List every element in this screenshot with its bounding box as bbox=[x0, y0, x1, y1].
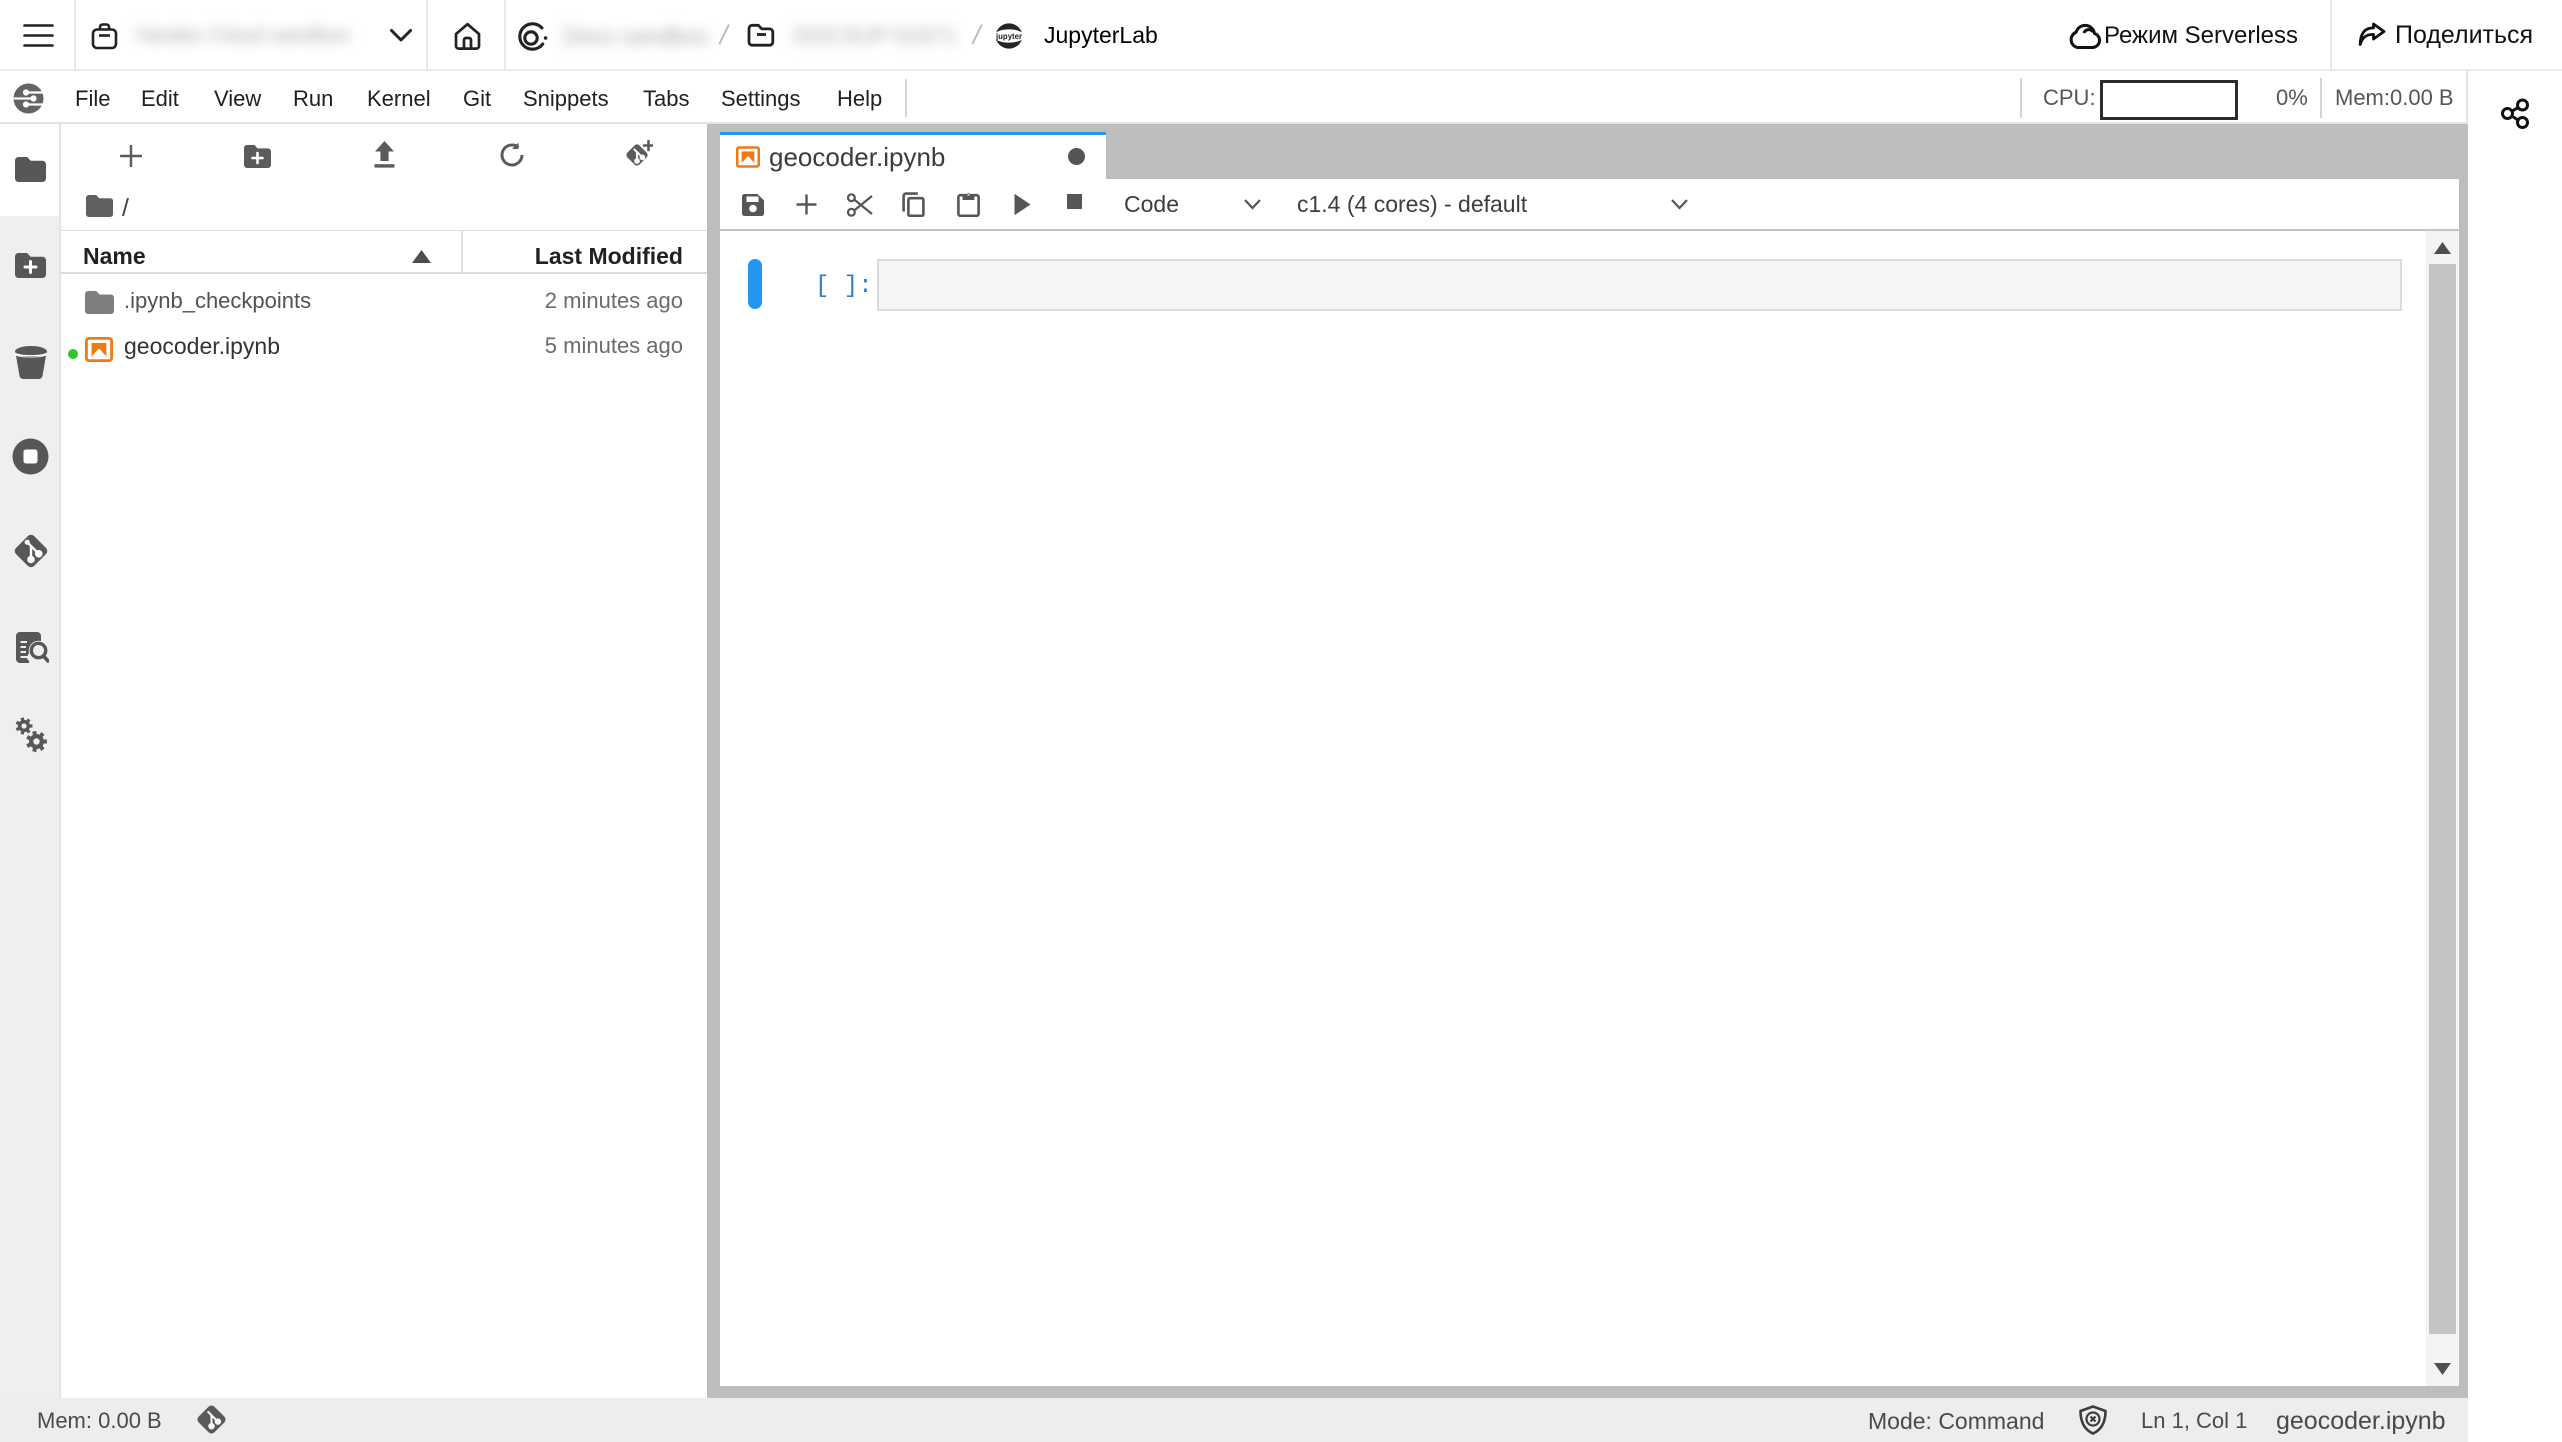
svg-text:jupyter: jupyter bbox=[995, 32, 1022, 41]
